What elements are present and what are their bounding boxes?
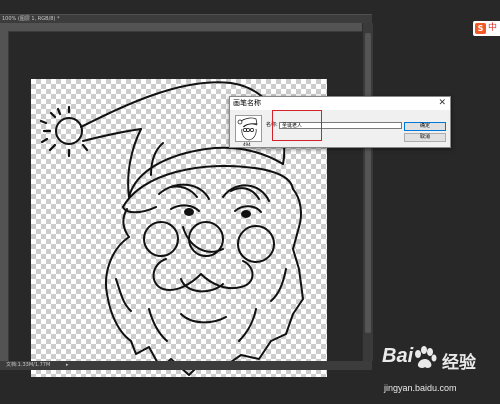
ime-mode-indicator[interactable]: 中	[488, 23, 497, 34]
cancel-button[interactable]: 取消	[404, 133, 446, 142]
annotation-highlight-box	[272, 110, 322, 141]
status-menu-arrow-icon[interactable]: ▸	[66, 361, 69, 370]
ime-toolbar[interactable]: S 中	[473, 21, 500, 36]
baidu-watermark-url: jingyan.baidu.com	[384, 383, 457, 393]
brush-name-dialog: 画笔名称 ✕ 494 名称: 圣诞老人 确定 取消	[229, 96, 451, 148]
brush-size-value: 494	[243, 142, 251, 147]
sogou-logo-icon: S	[475, 23, 486, 34]
santa-thumbnail-icon	[237, 117, 258, 141]
baidu-watermark-logo: Bai	[382, 345, 414, 367]
brush-preview-thumbnail	[235, 115, 262, 142]
paw-icon	[415, 346, 437, 368]
horizontal-ruler[interactable]	[0, 23, 362, 32]
vertical-scrollbar[interactable]	[362, 23, 373, 361]
document-size-text: 文档:1.33M/1.77M	[6, 362, 51, 368]
ok-button[interactable]: 确定	[404, 122, 446, 131]
baidu-watermark-brand: 经验	[442, 353, 476, 372]
document-tab-title: 100% (图层 1, RGB/8) *	[2, 16, 60, 22]
vertical-ruler[interactable]	[0, 31, 9, 361]
document-tab[interactable]: 100% (图层 1, RGB/8) *	[0, 14, 372, 23]
workspace	[9, 32, 362, 377]
status-bar: 文档:1.33M/1.77M ▸	[0, 361, 372, 370]
dialog-title: 画笔名称	[233, 99, 261, 107]
close-icon[interactable]: ✕	[438, 97, 446, 110]
dialog-titlebar[interactable]: 画笔名称 ✕	[230, 97, 450, 110]
scrollbar-thumb[interactable]	[365, 33, 371, 333]
